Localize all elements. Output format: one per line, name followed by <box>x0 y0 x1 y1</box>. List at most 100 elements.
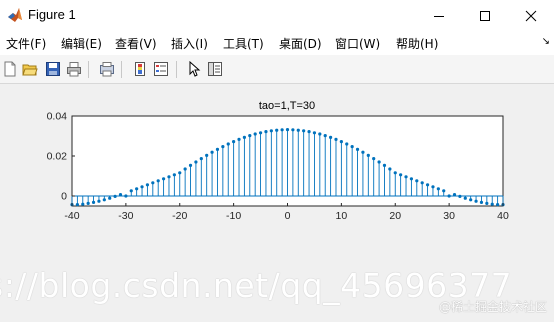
stem-marker <box>102 198 106 202</box>
stem-marker <box>485 201 489 205</box>
stem-marker <box>285 128 290 132</box>
stem-marker <box>258 131 263 135</box>
x-tick-label: -20 <box>172 210 187 222</box>
stem-marker <box>161 177 166 181</box>
stem-marker <box>496 203 500 207</box>
stem-marker <box>86 201 90 205</box>
menu-help[interactable]: 帮助(H) <box>396 35 438 52</box>
stem-marker <box>345 142 349 146</box>
stem-marker <box>188 163 193 167</box>
close-icon <box>525 10 537 21</box>
minimize-button[interactable] <box>416 0 462 31</box>
stem-marker <box>124 194 128 198</box>
stem-marker <box>479 200 484 204</box>
stem-marker <box>199 157 203 161</box>
maximize-icon <box>480 10 490 21</box>
stem-marker <box>280 128 284 132</box>
x-tick-label: -40 <box>64 210 79 222</box>
stem-marker <box>307 130 311 134</box>
stem-marker <box>366 153 370 157</box>
new-figure-icon[interactable] <box>2 61 18 77</box>
stem-marker <box>431 185 435 189</box>
stem-marker <box>178 171 182 175</box>
x-tick-label: 0 <box>285 210 291 222</box>
stem-marker <box>334 137 338 141</box>
title-bar: Figure 1 <box>0 0 554 31</box>
print-preview-icon[interactable] <box>99 61 115 77</box>
toolbar-separator <box>176 61 177 78</box>
menu-insert[interactable]: 插入(I) <box>171 35 208 52</box>
stem-marker <box>113 194 117 198</box>
stem-marker <box>420 181 424 185</box>
pointer-icon[interactable] <box>186 61 202 77</box>
stem-marker <box>318 132 322 136</box>
toolbar <box>0 55 554 84</box>
stem-marker <box>463 196 467 200</box>
stem-marker <box>425 183 430 187</box>
watermark-credit: @稀土掘金技术社区 <box>438 300 547 314</box>
stem-marker <box>151 181 155 185</box>
stem-marker <box>221 145 225 149</box>
stem-marker <box>145 183 150 187</box>
stem-marker <box>355 147 360 151</box>
stem-marker <box>377 160 381 164</box>
stem-marker <box>329 135 333 139</box>
stem-marker <box>372 157 376 161</box>
stem-marker <box>248 134 252 138</box>
x-tick-label: -30 <box>118 210 133 222</box>
stem-marker <box>436 187 440 191</box>
stem-marker <box>442 189 446 193</box>
stem-marker <box>108 196 112 200</box>
stem-marker <box>226 142 230 146</box>
maximize-button[interactable] <box>462 0 508 31</box>
menu-window[interactable]: 窗口(W) <box>335 35 380 52</box>
open-file-icon[interactable] <box>22 61 38 77</box>
stem-marker <box>474 199 478 203</box>
stem-marker <box>167 175 171 179</box>
window-title: Figure 1 <box>28 7 76 22</box>
legend-icon[interactable] <box>153 61 169 77</box>
y-tick-label: 0.02 <box>47 151 68 163</box>
stem-marker <box>415 179 419 183</box>
colorbar-icon[interactable] <box>132 61 148 77</box>
stem-marker <box>97 199 101 203</box>
stem-marker <box>242 135 246 139</box>
save-icon[interactable] <box>45 61 61 77</box>
stem-marker <box>409 177 414 181</box>
stem-marker <box>275 128 279 132</box>
stem-marker <box>210 150 214 154</box>
stem-marker <box>264 130 268 134</box>
x-tick-label: 20 <box>389 210 401 222</box>
stem-marker <box>458 194 462 198</box>
stem-marker <box>118 193 123 197</box>
menu-dock-arrow-icon[interactable]: ↘ <box>542 36 550 47</box>
menu-edit[interactable]: 编辑(E) <box>61 35 102 52</box>
property-editor-icon[interactable] <box>207 61 223 77</box>
stem-marker <box>205 153 209 157</box>
stem-marker <box>75 203 79 207</box>
menu-tools[interactable]: 工具(T) <box>223 35 264 52</box>
print-icon[interactable] <box>66 61 82 77</box>
stem-marker <box>194 160 198 164</box>
stem-marker <box>399 173 403 177</box>
stem-marker <box>156 179 160 183</box>
stem-marker <box>140 185 144 189</box>
stem-marker <box>404 175 408 179</box>
stem-marker <box>215 147 220 151</box>
menu-view[interactable]: 查看(V) <box>115 35 157 52</box>
x-tick-label: -10 <box>226 210 241 222</box>
stem-marker <box>269 129 273 133</box>
stem-marker <box>469 198 473 202</box>
stem-marker <box>296 128 300 132</box>
close-button[interactable] <box>508 0 554 31</box>
stem-marker <box>129 189 133 193</box>
stem-marker <box>183 167 187 171</box>
stem-marker <box>237 137 241 141</box>
stem-marker <box>135 187 139 191</box>
toolbar-separator <box>121 61 122 78</box>
matlab-logo-icon <box>8 8 22 22</box>
stem-marker <box>312 131 317 135</box>
watermark-text: s://blog.csdn.net/qq_45696377 <box>0 266 513 305</box>
menu-file[interactable]: 文件(F) <box>6 35 46 52</box>
menu-desktop[interactable]: 桌面(D) <box>279 35 322 52</box>
